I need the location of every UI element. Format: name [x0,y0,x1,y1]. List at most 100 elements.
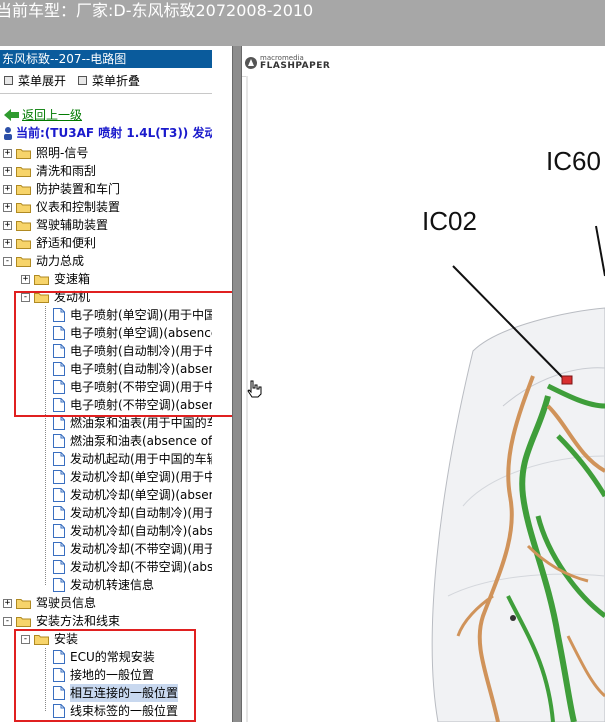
splitter-bar[interactable] [232,46,242,722]
document-icon [53,452,65,466]
tree-document[interactable]: ECU的常规安装 [0,648,212,666]
tree-document[interactable]: 相互连接的一般位置 [0,684,212,702]
tree-label: 发动机转速信息 [70,578,155,592]
expand-toggle-icon[interactable]: + [3,149,12,158]
tree-folder[interactable]: + 变速箱 [0,270,212,288]
tree-document[interactable]: 电子喷射(自动制冷)(用于中国的车辆) [0,342,212,360]
document-icon [53,524,65,538]
tree-label: 变速箱 [54,272,91,286]
expand-square-icon [4,76,13,85]
document-icon [53,488,65,502]
document-icon [53,326,65,340]
document-icon [53,380,65,394]
expand-toggle-icon[interactable]: + [3,185,12,194]
expand-toggle-icon[interactable]: + [3,203,12,212]
tree-label: ECU的常规安装 [70,650,155,664]
expand-all-button[interactable]: 菜单展开 [4,72,66,89]
collapse-toggle-icon[interactable]: - [3,617,12,626]
document-icon [53,506,65,520]
expand-toggle-icon[interactable]: + [3,239,12,248]
expand-toggle-icon[interactable]: + [21,275,30,284]
folder-icon [34,292,49,303]
document-icon [53,560,65,574]
back-link-label: 返回上一级 [22,108,83,122]
expand-toggle-icon[interactable]: + [3,221,12,230]
tree-folder[interactable]: + 舒适和便利 [0,234,212,252]
back-arrow-icon [4,109,19,121]
current-location-label: 当前:(TU3AF 喷射 1.4L(T3)) 发动机 [16,126,212,140]
expand-all-label: 菜单展开 [18,74,67,88]
label-ic60: IC60 [546,146,601,176]
folder-icon [16,148,31,159]
tree-document[interactable]: 发动机起动(用于中国的车辆) [0,450,212,468]
tree-label: 照明-信号 [36,146,89,160]
tree-document[interactable]: 发动机冷却(不带空调)(用于中国的车辆) [0,540,212,558]
tree-label: 安装方法和线束 [36,614,121,628]
tree-document[interactable]: 发动机冷却(单空调)(absence of china) [0,486,212,504]
tree-label: 安装 [54,632,79,646]
tree-label: 发动机冷却(单空调)(用于中国的车辆) [70,470,212,484]
tree-document[interactable]: 电子喷射(不带空调)(用于中国的车辆) [0,378,212,396]
tree-label: 发动机冷却(单空调)(absence of china) [70,488,212,502]
left-nav-panel: 东风标致--207--电路图 菜单展开 菜单折叠 返回上一级 当前:(TU3AF… [0,46,232,722]
tree-document[interactable]: 发动机冷却(单空调)(用于中国的车辆) [0,468,212,486]
document-icon [53,416,65,430]
expand-toggle-icon[interactable]: + [3,599,12,608]
tree-label: 电子喷射(不带空调)(absence of china) [70,398,212,412]
document-icon [53,704,65,718]
collapse-toggle-icon[interactable]: - [21,293,30,302]
collapse-toggle-icon[interactable]: - [21,635,30,644]
tree-folder[interactable]: - 发动机 [0,288,212,306]
tree-document[interactable]: 发动机冷却(自动制冷)(用于中国的车辆) [0,504,212,522]
tree-document[interactable]: 发动机冷却(不带空调)(absence of china) [0,558,212,576]
tree-document[interactable]: 接地的一般位置 [0,666,212,684]
folder-icon [16,166,31,177]
tree-connector-line [45,306,46,585]
tree-label: 电子喷射(单空调)(用于中国的车辆) [70,308,212,322]
tree-label: 发动机冷却(不带空调)(用于中国的车辆) [70,542,212,556]
expand-toggle-icon[interactable]: + [3,167,12,176]
tree-label: 驾驶辅助装置 [36,218,109,232]
document-icon [53,542,65,556]
tree-document[interactable]: 电子喷射(不带空调)(absence of china) [0,396,212,414]
flashpaper-logo: macromedia FLASHPAPER [260,54,330,71]
tree-label: 电子喷射(自动制冷)(用于中国的车辆) [70,344,212,358]
folder-icon [16,616,31,627]
tree-label: 发动机冷却(自动制冷)(用于中国的车辆) [70,506,212,520]
collapse-all-button[interactable]: 菜单折叠 [78,72,140,89]
document-icon [53,668,65,682]
flashpaper-toolbar: macromedia FLASHPAPER [242,46,605,77]
tree-document[interactable]: 电子喷射(单空调)(用于中国的车辆) [0,306,212,324]
tree-folder[interactable]: + 仪表和控制装置 [0,198,212,216]
document-viewer[interactable]: macromedia FLASHPAPER IC60 IC02 [242,46,605,722]
tree-folder[interactable]: - 安装 [0,630,212,648]
tree-folder[interactable]: + 驾驶员信息 [0,594,212,612]
tree-document[interactable]: 电子喷射(自动制冷)(absence of china) [0,360,212,378]
tree-folder[interactable]: + 清洗和雨刮 [0,162,212,180]
folder-icon [16,598,31,609]
tree-folder[interactable]: + 防护装置和车门 [0,180,212,198]
folder-icon [34,634,49,645]
tree-folder[interactable]: + 驾驶辅助装置 [0,216,212,234]
tree-label: 电子喷射(单空调)(absence of china) [70,326,212,340]
tree-document[interactable]: 电子喷射(单空调)(absence of china) [0,324,212,342]
document-icon [53,362,65,376]
current-location: 当前:(TU3AF 喷射 1.4L(T3)) 发动机 [2,124,212,142]
folder-icon [16,184,31,195]
tree-folder[interactable]: - 安装方法和线束 [0,612,212,630]
tree-document[interactable]: 发动机转速信息 [0,576,212,594]
tree-folder[interactable]: + 照明-信号 [0,144,212,162]
tree-label: 清洗和雨刮 [36,164,97,178]
collapse-toggle-icon[interactable]: - [3,257,12,266]
tree-document[interactable]: 发动机冷却(自动制冷)(absence of china) [0,522,212,540]
tree-label: 燃油泵和油表(用于中国的车辆) [70,416,212,430]
tree-folder[interactable]: - 动力总成 [0,252,212,270]
tree-label: 燃油泵和油表(absence of china) [70,434,212,448]
tree-label: 相互连接的一般位置 [70,684,179,702]
tree-label: 发动机 [54,290,91,304]
tree-header: 东风标致--207--电路图 [0,50,212,68]
tree-document[interactable]: 线束标签的一般位置 [0,702,212,720]
divider [0,93,212,94]
tree-document[interactable]: 燃油泵和油表(用于中国的车辆) [0,414,212,432]
tree-document[interactable]: 燃油泵和油表(absence of china) [0,432,212,450]
